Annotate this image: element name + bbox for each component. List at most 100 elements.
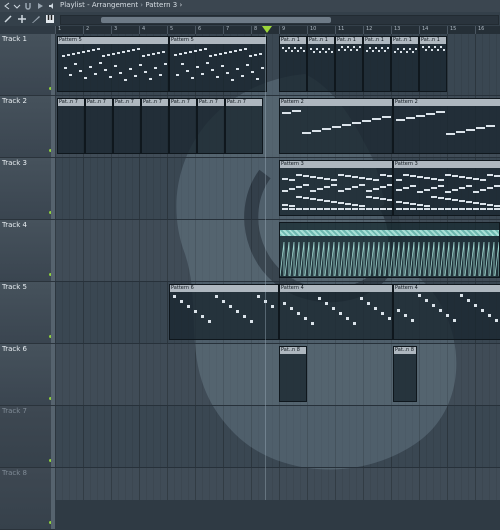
pattern-clip[interactable]: Pat..n 8 (279, 346, 307, 402)
clip-label[interactable]: Pat..n 1 (364, 37, 390, 44)
ruler-bar-10[interactable]: 10 (307, 26, 335, 34)
dropdown-icon[interactable] (13, 2, 21, 10)
piano-icon[interactable] (45, 14, 55, 24)
pencil-icon[interactable] (31, 14, 41, 24)
pattern-clip[interactable]: Pattern 5 (169, 36, 267, 92)
pattern-clip[interactable]: Pat..n 1 (279, 36, 307, 92)
midi-note (417, 191, 423, 193)
midi-note (345, 175, 351, 177)
magnet-icon[interactable] (24, 2, 32, 10)
pattern-clip[interactable]: Pat..n 1 (307, 36, 335, 92)
ruler-bar-4[interactable]: 4 (139, 26, 167, 34)
track-header-7[interactable]: Track 7 (0, 406, 55, 468)
clip-label[interactable]: Pat..n 1 (420, 37, 446, 44)
midi-note (431, 208, 437, 210)
clip-label[interactable]: Pat..n 1 (392, 37, 418, 44)
track-header-8[interactable]: Track 8 (0, 468, 55, 530)
clip-label[interactable]: Pat..n 8 (394, 347, 416, 354)
pattern-clip[interactable]: Pat..n 1 (363, 36, 391, 92)
pattern-clip[interactable]: Pattern 3 (393, 160, 500, 216)
track-header-3[interactable]: Track 3 (0, 158, 55, 220)
clip-label[interactable]: Pat..n 8 (280, 347, 306, 354)
ruler-bar-3[interactable]: 3 (111, 26, 139, 34)
ruler-bar-1[interactable]: 1 (55, 26, 83, 34)
play-icon[interactable] (36, 2, 44, 10)
pattern-clip[interactable]: Pat..n 1 (335, 36, 363, 92)
speaker-icon[interactable] (48, 2, 56, 10)
ruler-bar-11[interactable]: 11 (335, 26, 363, 34)
clip-label[interactable]: Pattern 5 (170, 37, 266, 44)
pattern-clip[interactable]: Pat..n 7 (169, 98, 197, 154)
clip-label[interactable]: Pattern 2 (280, 99, 392, 106)
pattern-clip[interactable]: Pattern 2 (279, 98, 393, 154)
draw-tool-icon[interactable] (3, 14, 13, 24)
track-header-5[interactable]: Track 5 (0, 282, 55, 344)
pattern-clip[interactable]: Pattern 3 (279, 160, 393, 216)
scrollbar-thumb[interactable] (101, 17, 331, 23)
automation-clip[interactable] (279, 222, 500, 278)
clip-label[interactable]: Pat..n 1 (336, 37, 362, 44)
midi-note (397, 309, 400, 312)
ruler-bar-12[interactable]: 12 (363, 26, 391, 34)
track-header-1[interactable]: Track 1 (0, 34, 55, 96)
ruler-bar-6[interactable]: 6 (195, 26, 223, 34)
pattern-clip[interactable]: Pat..n 7 (57, 98, 85, 154)
pattern-clip[interactable]: Pat..n 1 (391, 36, 419, 92)
clip-label[interactable]: Pattern 3 (280, 161, 392, 168)
track-header-4[interactable]: Track 4 (0, 220, 55, 282)
pattern-clip[interactable]: Pat..n 1 (419, 36, 447, 92)
pattern-clip[interactable]: Pat..n 7 (85, 98, 113, 154)
midi-note (208, 320, 211, 323)
clip-label[interactable]: Pat..n 7 (170, 99, 196, 106)
pattern-clip[interactable]: Pat..n 8 (393, 346, 417, 402)
track-header-2[interactable]: Track 2 (0, 96, 55, 158)
clip-label[interactable]: Pattern 4 (280, 285, 392, 292)
midi-note (139, 64, 142, 66)
ruler-bar-15[interactable]: 15 (447, 26, 475, 34)
add-icon[interactable] (17, 14, 27, 24)
clip-label[interactable]: Pat..n 7 (114, 99, 140, 106)
pattern-clip[interactable]: Pattern 4 (279, 284, 393, 340)
menu-arrow-icon[interactable] (3, 2, 11, 10)
pattern-clip[interactable]: Pat..n 7 (113, 98, 141, 154)
pattern-clip[interactable]: Pattern 5 (57, 36, 169, 92)
track-lane-8[interactable] (55, 468, 500, 500)
clip-label[interactable]: Pattern 5 (58, 37, 168, 44)
clip-label[interactable]: Pat..n 1 (308, 37, 334, 44)
pattern-clip[interactable]: Pattern 6 (169, 284, 279, 340)
pattern-clip[interactable]: Pattern 4 (393, 284, 500, 340)
playlist-grid[interactable]: Pattern 5 Pattern 5 Pat..n 1 Pat..n 1 Pat..n… (55, 34, 500, 500)
midi-note (446, 314, 449, 317)
pattern-clip[interactable]: Pat..n 7 (225, 98, 263, 154)
horizontal-scrollbar[interactable] (60, 15, 499, 25)
midi-note (403, 174, 409, 176)
midi-note (317, 208, 323, 210)
ruler-bar-2[interactable]: 2 (83, 26, 111, 34)
clip-label[interactable]: Pat..n 7 (226, 99, 262, 106)
midi-note (373, 208, 379, 210)
clip-label[interactable]: Pat..n 1 (280, 37, 306, 44)
clip-label[interactable]: Pattern 3 (394, 161, 500, 168)
playback-marker-icon[interactable] (262, 26, 272, 33)
clip-label[interactable]: Pattern 6 (170, 285, 278, 292)
midi-note (282, 178, 288, 180)
clip-label[interactable]: Pat..n 7 (58, 99, 84, 106)
pattern-selector[interactable]: Pattern 3 (145, 1, 177, 9)
pattern-clip[interactable]: Pattern 2 (393, 98, 500, 154)
ruler-bar-5[interactable]: 5 (167, 26, 195, 34)
clip-label[interactable]: Pat..n 7 (86, 99, 112, 106)
ruler-bar-9[interactable]: 9 (279, 26, 307, 34)
pattern-clip[interactable]: Pat..n 7 (197, 98, 225, 154)
ruler-bar-7[interactable]: 7 (223, 26, 251, 34)
ruler-bar-16[interactable]: 16 (475, 26, 500, 34)
track-header-6[interactable]: Track 6 (0, 344, 55, 406)
pattern-clip[interactable]: Pat..n 7 (141, 98, 169, 154)
track-lane-6[interactable] (55, 344, 500, 406)
clip-label[interactable]: Pat..n 7 (142, 99, 168, 106)
ruler-bar-13[interactable]: 13 (391, 26, 419, 34)
track-lane-7[interactable] (55, 406, 500, 468)
clip-label[interactable]: Pat..n 7 (198, 99, 224, 106)
clip-label[interactable]: Pattern 4 (394, 285, 500, 292)
ruler-bar-14[interactable]: 14 (419, 26, 447, 34)
clip-label[interactable]: Pattern 2 (394, 99, 500, 106)
